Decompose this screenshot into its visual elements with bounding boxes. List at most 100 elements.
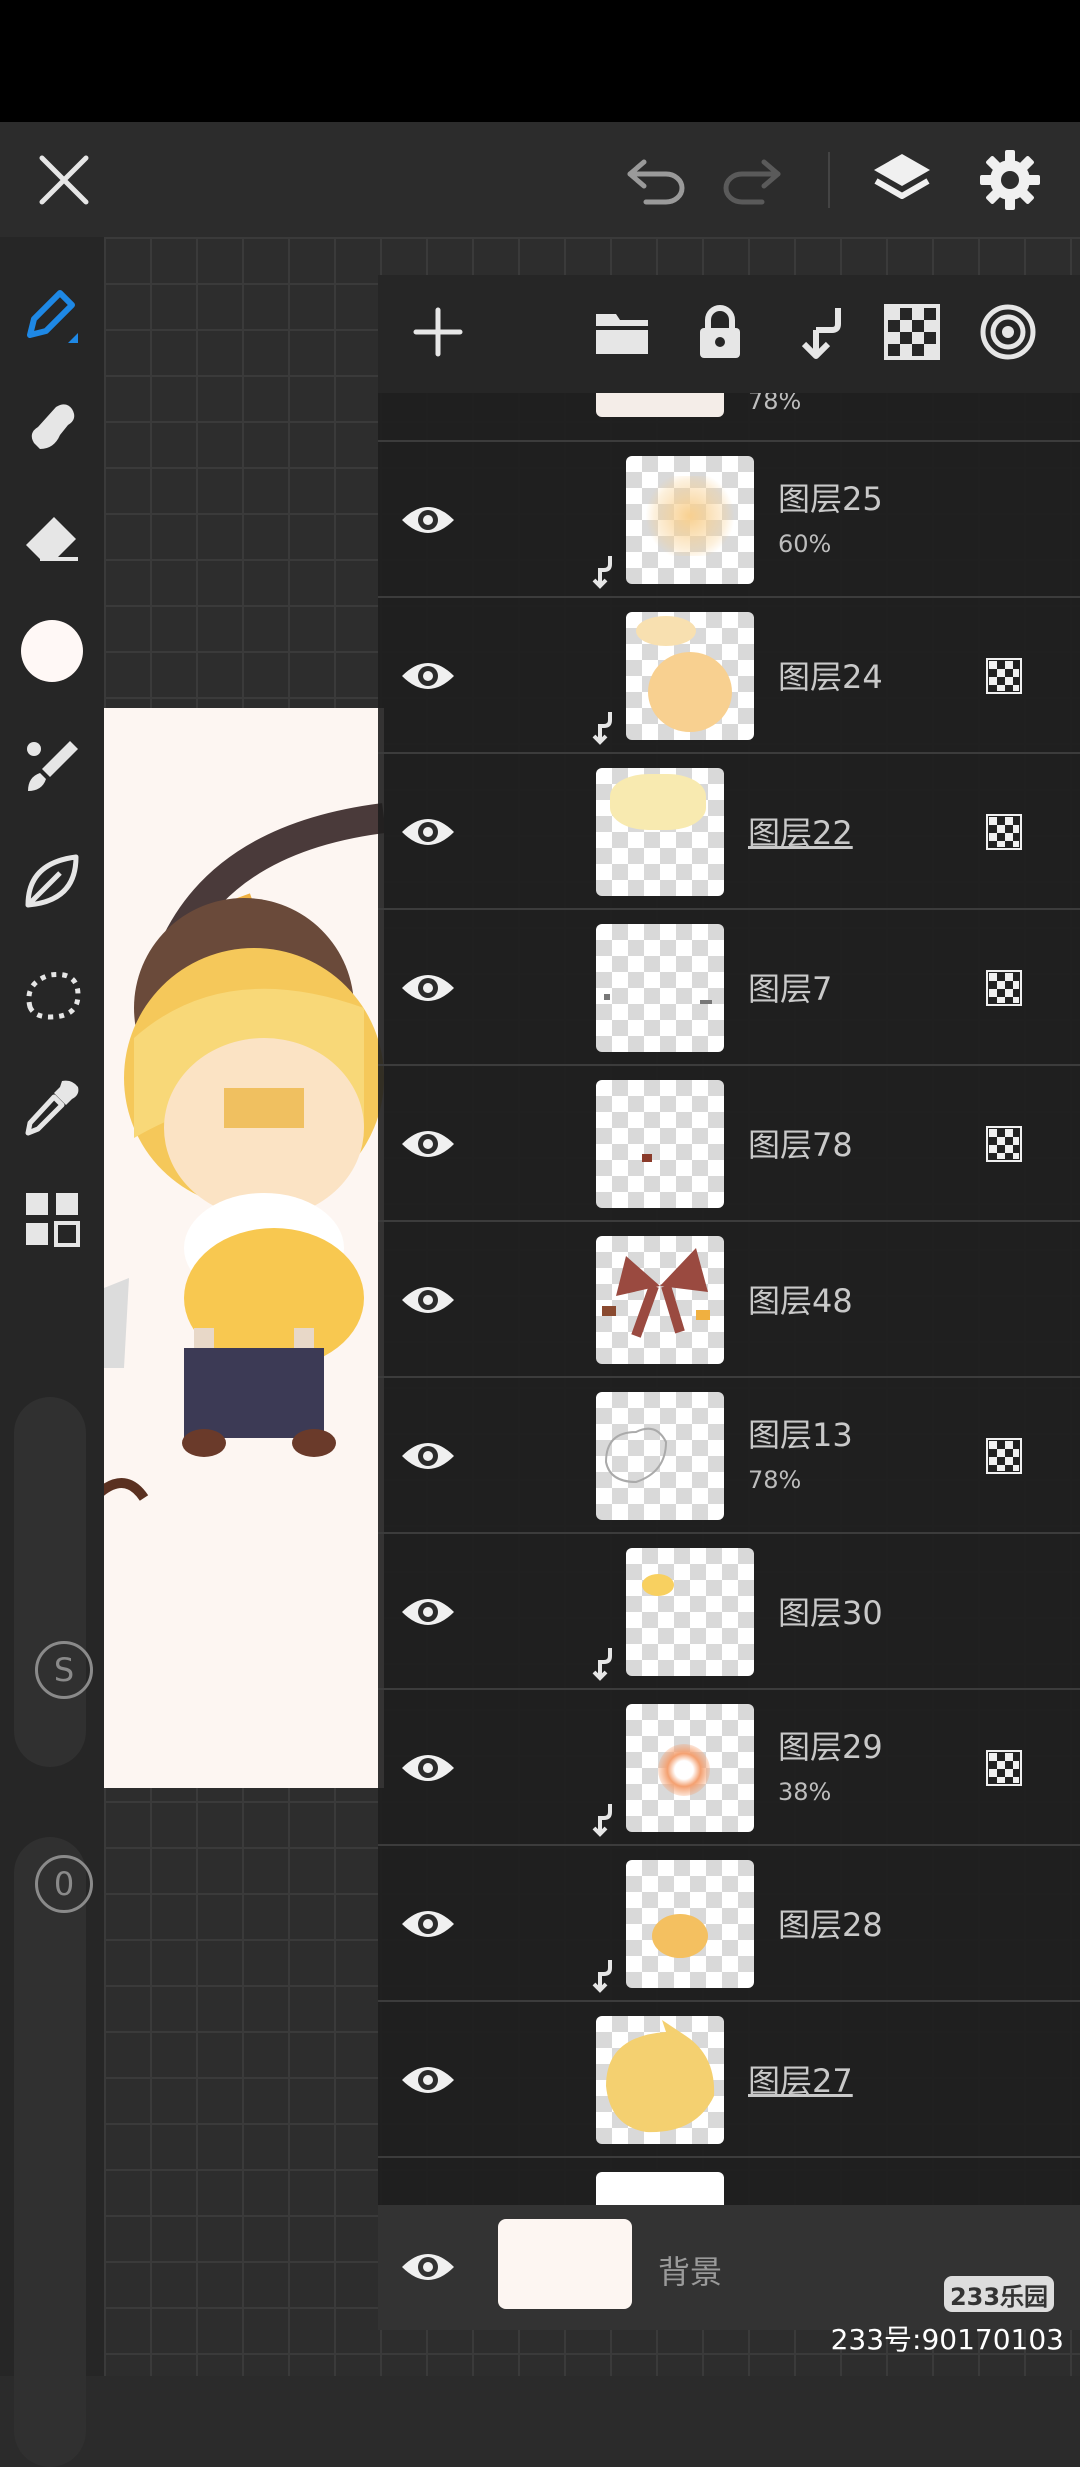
layer-row[interactable]: 图层27	[378, 2000, 1080, 2156]
layer-row[interactable]: 图层25 60%	[378, 440, 1080, 596]
clip-arrow-icon	[592, 1960, 612, 1993]
paint-brush-icon	[27, 741, 78, 791]
gear-icon[interactable]	[978, 148, 1042, 212]
watermark-text: 233号:90170103	[830, 2323, 1064, 2356]
layer-thumbnail	[596, 768, 724, 896]
layer-opacity: 38%	[778, 1778, 832, 1806]
visibility-eye-icon[interactable]	[398, 1894, 458, 1954]
layer-row[interactable]: 图层30	[378, 1532, 1080, 1688]
brush-size-slider[interactable]: S	[14, 1397, 93, 1767]
layer-name: 图层29	[778, 1728, 883, 1766]
topbar-divider	[828, 152, 830, 208]
background-color-swatch[interactable]	[498, 2219, 632, 2309]
top-bar	[0, 122, 1080, 237]
opacity-knob-label: 0	[53, 1865, 75, 1903]
layer-name: 图层22	[748, 814, 853, 852]
adjustments-tool[interactable]	[16, 1183, 88, 1255]
layer-row[interactable]: 图层13 78%	[378, 1376, 1080, 1532]
visibility-eye-icon[interactable]	[398, 646, 458, 706]
alpha-lock-icon[interactable]	[880, 300, 944, 364]
layer-row-partial[interactable]: 78%	[378, 393, 1080, 441]
alpha-lock-indicator-icon	[986, 1126, 1022, 1162]
alpha-lock-indicator-icon	[986, 970, 1022, 1006]
visibility-eye-icon[interactable]	[398, 2050, 458, 2110]
visibility-eye-icon[interactable]	[398, 490, 458, 550]
artwork-canvas[interactable]	[104, 708, 384, 1788]
layer-thumbnail	[626, 1860, 754, 1988]
visibility-eye-icon[interactable]	[398, 2237, 458, 2297]
layer-thumbnail	[626, 456, 754, 584]
leaf-icon	[25, 854, 79, 908]
opacity-knob[interactable]: 0	[35, 1855, 93, 1913]
layer-opacity: 78%	[748, 393, 802, 415]
visibility-eye-icon[interactable]	[398, 1582, 458, 1642]
visibility-eye-icon[interactable]	[398, 1738, 458, 1798]
layer-name: 图层7	[748, 970, 833, 1008]
lock-icon[interactable]	[688, 300, 752, 364]
layer-name: 图层30	[778, 1594, 883, 1632]
layer-name: 图层13	[748, 1416, 853, 1454]
layer-name: 图层78	[748, 1126, 853, 1164]
layer-row[interactable]: 图层48	[378, 1220, 1080, 1376]
clip-arrow-icon	[592, 712, 612, 745]
pen-icon	[27, 290, 78, 343]
app-logo-badge: 233乐园	[944, 2276, 1054, 2312]
layer-thumbnail	[596, 393, 724, 417]
layer-thumbnail	[626, 1548, 754, 1676]
layer-opacity: 60%	[778, 530, 832, 558]
tool-sidebar: S 0	[0, 237, 104, 2467]
background-layer-name: 背景	[658, 2253, 723, 2291]
smudge-tool[interactable]	[16, 389, 88, 461]
clip-arrow-icon	[592, 1804, 612, 1837]
color-picker-swatch[interactable]	[16, 615, 88, 687]
eraser-icon	[26, 517, 78, 561]
layer-row[interactable]: 图层7	[378, 908, 1080, 1064]
layer-thumbnail	[596, 1236, 724, 1364]
redo-icon[interactable]	[720, 154, 784, 206]
lasso-icon	[26, 971, 81, 1020]
layer-name: 图层27	[748, 2062, 853, 2100]
layer-name: 图层24	[778, 658, 883, 696]
layers-icon[interactable]	[870, 148, 934, 212]
folder-icon[interactable]	[590, 300, 654, 364]
grid-icon	[26, 1193, 80, 1247]
layer-thumbnail	[626, 1704, 754, 1832]
layer-thumbnail	[596, 2172, 724, 2208]
alpha-lock-indicator-icon	[986, 658, 1022, 694]
undo-icon[interactable]	[624, 154, 688, 206]
brush-size-knob[interactable]: S	[35, 1641, 93, 1699]
layer-row[interactable]: 图层24	[378, 596, 1080, 752]
clipping-mask-icon[interactable]	[786, 300, 850, 364]
visibility-eye-icon[interactable]	[398, 802, 458, 862]
layer-row[interactable]: 图层29 38%	[378, 1688, 1080, 1844]
clip-arrow-icon	[592, 1648, 612, 1681]
alpha-lock-indicator-icon	[986, 814, 1022, 850]
layer-row-partial[interactable]	[378, 2156, 1080, 2208]
close-icon[interactable]	[36, 152, 92, 208]
layer-row[interactable]: 图层28	[378, 1844, 1080, 2000]
visibility-eye-icon[interactable]	[398, 1426, 458, 1486]
visibility-eye-icon[interactable]	[398, 958, 458, 1018]
alpha-lock-indicator-icon	[986, 1750, 1022, 1786]
layer-thumbnail	[596, 1080, 724, 1208]
layer-row[interactable]: 图层78	[378, 1064, 1080, 1220]
alpha-lock-indicator-icon	[986, 1438, 1022, 1474]
opacity-slider[interactable]: 0	[14, 1837, 93, 2467]
status-bar	[0, 0, 1080, 122]
layer-thumbnail	[596, 1392, 724, 1520]
add-layer-icon[interactable]	[406, 300, 470, 364]
visibility-eye-icon[interactable]	[398, 1114, 458, 1174]
eyedropper-tool[interactable]	[16, 1071, 88, 1143]
clip-arrow-icon	[592, 556, 612, 589]
layer-row[interactable]: 图层22	[378, 752, 1080, 908]
pen-tool[interactable]	[16, 277, 88, 349]
visibility-eye-icon[interactable]	[398, 1270, 458, 1330]
current-color-swatch	[21, 620, 83, 682]
layer-thumbnail	[596, 924, 724, 1052]
layer-thumbnail	[626, 612, 754, 740]
target-icon[interactable]	[976, 300, 1040, 364]
liquify-tool[interactable]	[16, 845, 88, 917]
lasso-tool[interactable]	[16, 959, 88, 1031]
eraser-tool[interactable]	[16, 501, 88, 573]
brush-tool[interactable]	[16, 731, 88, 803]
